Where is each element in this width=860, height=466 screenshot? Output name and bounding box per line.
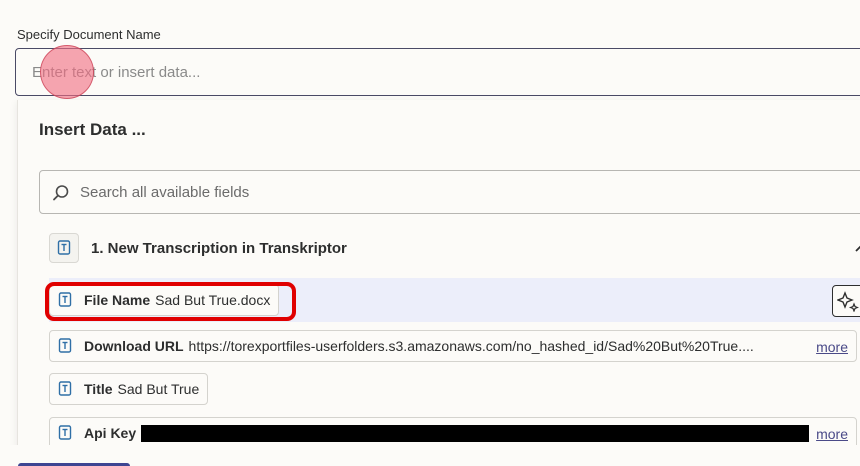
more-link[interactable]: more	[816, 426, 848, 442]
text-type-icon	[58, 338, 72, 353]
field-chip-title[interactable]: Title Sad But True	[49, 373, 209, 405]
sparkle-icon	[837, 291, 859, 312]
field-value: Sad But True.docx	[155, 292, 271, 308]
field-key: Api Key	[84, 425, 137, 441]
field-chip-download-url[interactable]: Download URL https://torexportfiles-user…	[49, 330, 857, 362]
search-icon	[53, 185, 69, 201]
text-type-icon	[58, 292, 72, 307]
field-search-box[interactable]	[39, 170, 860, 214]
text-type-icon	[58, 425, 72, 440]
document-name-field[interactable]	[15, 48, 860, 96]
step-header[interactable]: 1. New Transcription in Transkriptor	[49, 232, 347, 264]
chevron-up-icon[interactable]	[854, 243, 860, 253]
redacted-value	[141, 424, 810, 442]
field-key: Download URL	[84, 338, 184, 354]
panel-title: Insert Data ...	[39, 120, 146, 139]
ai-suggest-button[interactable]	[832, 285, 860, 317]
step-title: 1. New Transcription in Transkriptor	[91, 239, 347, 257]
text-type-icon	[49, 233, 79, 263]
field-chip-file-name[interactable]: File Name Sad But True.docx	[49, 284, 280, 316]
field-search-input[interactable]	[80, 171, 780, 213]
field-value: Sad But True	[117, 381, 200, 397]
field-key: File Name	[84, 292, 151, 308]
text-type-icon	[58, 381, 72, 396]
insert-data-panel: Insert Data ... 1. New Transcription in …	[17, 100, 860, 450]
more-link[interactable]: more	[816, 339, 848, 355]
field-value: https://torexportfiles-userfolders.s3.am…	[188, 338, 754, 354]
document-name-input[interactable]	[32, 49, 732, 95]
field-key: Title	[84, 381, 113, 397]
document-name-label: Specify Document Name	[17, 27, 161, 42]
